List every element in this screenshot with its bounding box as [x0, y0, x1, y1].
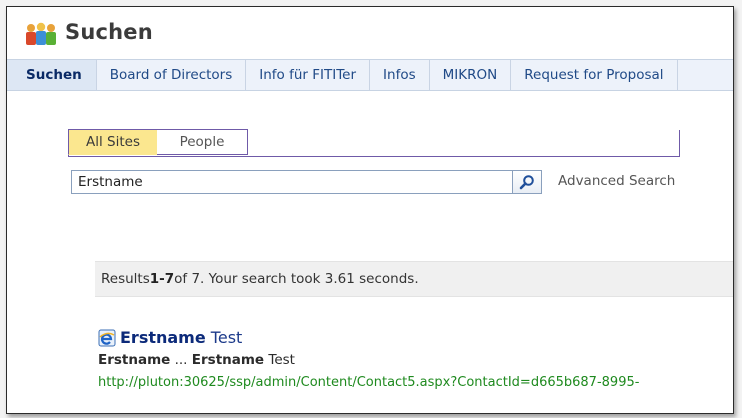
result-snippet: Erstname ... Erstname Test: [98, 352, 295, 368]
snippet-match-1: Erstname: [98, 352, 171, 368]
result-title-match: Erstname: [120, 328, 206, 347]
search-input[interactable]: Erstname: [71, 170, 513, 194]
snippet-match-2: Erstname: [191, 352, 265, 368]
snippet-rest: Test: [264, 352, 295, 368]
result-url[interactable]: http://pluton:30625/ssp/admin/Content/Co…: [98, 375, 639, 390]
tab-board-of-directors[interactable]: Board of Directors: [97, 60, 247, 90]
search-scope-tabs: All Sites People: [68, 129, 680, 157]
people-group-icon: [26, 22, 56, 45]
search-button[interactable]: [513, 170, 542, 194]
ie-document-icon: [98, 329, 116, 347]
advanced-search-link[interactable]: Advanced Search: [558, 173, 675, 189]
snippet-separator: ...: [170, 352, 192, 368]
browser-window: Suchen Suchen Board of Directors Info fü…: [6, 6, 734, 414]
tab-infos[interactable]: Infos: [370, 60, 430, 90]
results-summary-prefix: Results: [101, 271, 150, 287]
scope-tab-people[interactable]: People: [157, 129, 248, 155]
tab-request-for-proposal[interactable]: Request for Proposal: [511, 60, 678, 90]
top-navigation: Suchen Board of Directors Info für FITIT…: [7, 59, 733, 91]
results-summary-text: of 7. Your search took 3.61 seconds.: [174, 271, 419, 287]
scope-tab-all-sites[interactable]: All Sites: [68, 129, 158, 155]
site-header: Suchen: [7, 7, 733, 59]
tab-info-fur-fititer[interactable]: Info für FITITer: [246, 60, 371, 90]
magnifier-icon: [519, 175, 534, 190]
results-summary: Results 1-7 of 7. Your search took 3.61 …: [95, 261, 733, 297]
page-title: Suchen: [65, 20, 153, 44]
result-title-rest: Test: [205, 328, 243, 347]
tab-suchen[interactable]: Suchen: [7, 60, 97, 90]
tab-mikron[interactable]: MIKRON: [430, 60, 512, 90]
result-title-link[interactable]: Erstname Test: [120, 328, 242, 347]
results-range: 1-7: [149, 271, 175, 287]
